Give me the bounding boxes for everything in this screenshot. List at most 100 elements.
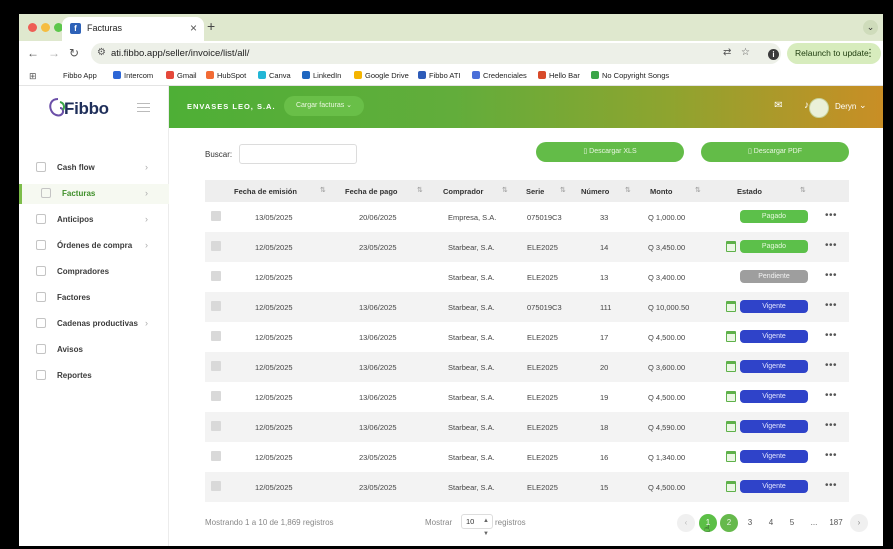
table-row[interactable]: 12/05/2025 13/06/2025 Starbear, S.A. ELE202… [205,412,849,442]
calendar-icon[interactable] [726,361,736,372]
page-button[interactable]: 3 [741,514,759,532]
row-checkbox[interactable] [211,391,221,401]
table-row[interactable]: 12/05/2025 13/06/2025 Starbear, S.A. ELE202… [205,382,849,412]
bookmark-item[interactable]: HubSpot [206,71,246,80]
cargar-facturas-button[interactable]: Cargar facturas ⌄ [284,96,364,116]
avatar[interactable] [809,98,829,118]
col-comprador[interactable]: Comprador [443,187,483,196]
fibbo-logo[interactable]: Fibbo [46,94,116,124]
table-row[interactable]: 12/05/2025 13/06/2025 Starbear, S.A. ELE202… [205,322,849,352]
row-checkbox[interactable] [211,211,221,221]
address-bar[interactable]: ⚙ ati.fibbo.app/seller/invoice/list/all/… [91,43,781,64]
minimize-window-button[interactable] [41,23,50,32]
site-settings-icon[interactable]: ⚙ [97,47,106,58]
bookmark-star-icon[interactable]: ☆ [741,47,750,58]
new-tab-button[interactable]: + [207,18,215,34]
sort-icon[interactable]: ⇅ [502,186,508,194]
table-row[interactable]: 12/05/2025 23/05/2025 Starbear, S.A. ELE202… [205,472,849,502]
sidebar-item[interactable]: Avisos [19,340,169,360]
col-estado[interactable]: Estado [737,187,762,196]
sort-icon[interactable]: ⇅ [800,186,806,194]
bookmark-item[interactable]: No Copyright Songs [591,71,669,80]
back-arrow-icon[interactable]: ← [27,45,39,61]
url-text[interactable]: ati.fibbo.app/seller/invoice/list/all/ [111,48,249,59]
sort-icon[interactable]: ⇅ [625,186,631,194]
row-checkbox[interactable] [211,451,221,461]
col-monto[interactable]: Monto [650,187,673,196]
table-row[interactable]: 12/05/2025 13/06/2025 Starbear, S.A. 075019… [205,292,849,322]
row-actions-icon[interactable]: ••• [825,450,837,461]
col-fecha-emision[interactable]: Fecha de emisión [234,187,297,196]
sidebar-item[interactable]: Cadenas productivas › [19,314,169,334]
prev-page-button[interactable]: ‹ [677,514,695,532]
sidebar-item[interactable]: Reportes [19,366,169,386]
tab-close-icon[interactable]: × [190,21,197,35]
calendar-icon[interactable] [726,391,736,402]
next-page-button[interactable]: › [850,514,868,532]
calendar-icon[interactable] [726,241,736,252]
row-checkbox[interactable] [211,241,221,251]
row-actions-icon[interactable]: ••• [825,360,837,371]
bookmark-item[interactable]: Gmail [166,71,197,80]
bookmark-item[interactable]: Fibbo App [63,71,97,80]
sort-icon[interactable]: ⇅ [695,186,701,194]
row-checkbox[interactable] [211,271,221,281]
calendar-icon[interactable] [726,451,736,462]
page-button[interactable]: 187 [827,514,845,532]
mail-icon[interactable]: ✉ [773,100,784,111]
page-button[interactable]: 5 [783,514,801,532]
col-serie[interactable]: Serie [526,187,544,196]
sidebar-item[interactable]: Cash flow › [19,158,169,178]
row-checkbox[interactable] [211,331,221,341]
download-xls-button[interactable]: ▯ Descargar XLS [536,142,684,162]
forward-arrow-icon[interactable]: → [48,45,60,61]
sort-icon[interactable]: ⇅ [560,186,566,194]
search-input[interactable] [239,144,357,164]
sort-icon[interactable]: ⇅ [417,186,423,194]
tab-facturas[interactable]: f Facturas × [62,17,204,41]
tab-search-chevron-icon[interactable]: ⌄ [863,20,878,35]
bookmark-item[interactable]: Hello Bar [538,71,580,80]
translate-icon[interactable]: ⇄ [723,47,731,58]
row-checkbox[interactable] [211,481,221,491]
info-icon[interactable]: i [768,49,779,60]
user-name[interactable]: Deryn [835,102,856,111]
row-checkbox[interactable] [211,361,221,371]
page-button[interactable]: 4 [762,514,780,532]
close-window-button[interactable] [28,23,37,32]
user-chevron-down-icon[interactable]: ⌄ [859,100,867,111]
more-menu-icon[interactable]: ⋮ [865,43,875,64]
sidebar-item[interactable]: Factores [19,288,169,308]
calendar-icon[interactable] [726,421,736,432]
bookmark-item[interactable]: LinkedIn [302,71,341,80]
sort-icon[interactable]: ⇅ [320,186,326,194]
row-actions-icon[interactable]: ••• [825,330,837,341]
row-actions-icon[interactable]: ••• [825,420,837,431]
table-row[interactable]: 12/05/2025 23/05/2025 Starbear, S.A. ELE202… [205,232,849,262]
calendar-icon[interactable] [726,481,736,492]
page-size-select[interactable]: 10 ▲ ▼ [461,514,493,537]
sidebar-item[interactable]: Compradores [19,262,169,282]
apps-grid-icon[interactable]: ⊞ [29,71,37,82]
table-row[interactable]: 12/05/2025 Starbear, S.A. ELE2025 13 Q 3,400… [205,262,849,292]
sidebar-item[interactable]: Anticipos › [19,210,169,230]
col-numero[interactable]: Número [581,187,609,196]
calendar-icon[interactable] [726,301,736,312]
bookmark-item[interactable]: Credenciales [472,71,527,80]
row-actions-icon[interactable]: ••• [825,270,837,281]
reload-icon[interactable]: ↻ [69,45,79,61]
row-actions-icon[interactable]: ••• [825,390,837,401]
table-row[interactable]: 13/05/2025 20/06/2025 Empresa, S.A. 075019C… [205,202,849,232]
bookmark-item[interactable]: Fibbo ATI [418,71,461,80]
row-actions-icon[interactable]: ••• [825,210,837,221]
row-actions-icon[interactable]: ••• [825,480,837,491]
row-checkbox[interactable] [211,301,221,311]
row-actions-icon[interactable]: ••• [825,300,837,311]
page-button[interactable]: 2 [720,514,738,532]
row-actions-icon[interactable]: ••• [825,240,837,251]
calendar-icon[interactable] [726,331,736,342]
table-row[interactable]: 12/05/2025 13/06/2025 Starbear, S.A. ELE202… [205,352,849,382]
relaunch-button[interactable]: Relaunch to update ⋮ [787,43,881,64]
menu-toggle-icon[interactable] [137,103,150,115]
download-pdf-button[interactable]: ▯ Descargar PDF [701,142,849,162]
